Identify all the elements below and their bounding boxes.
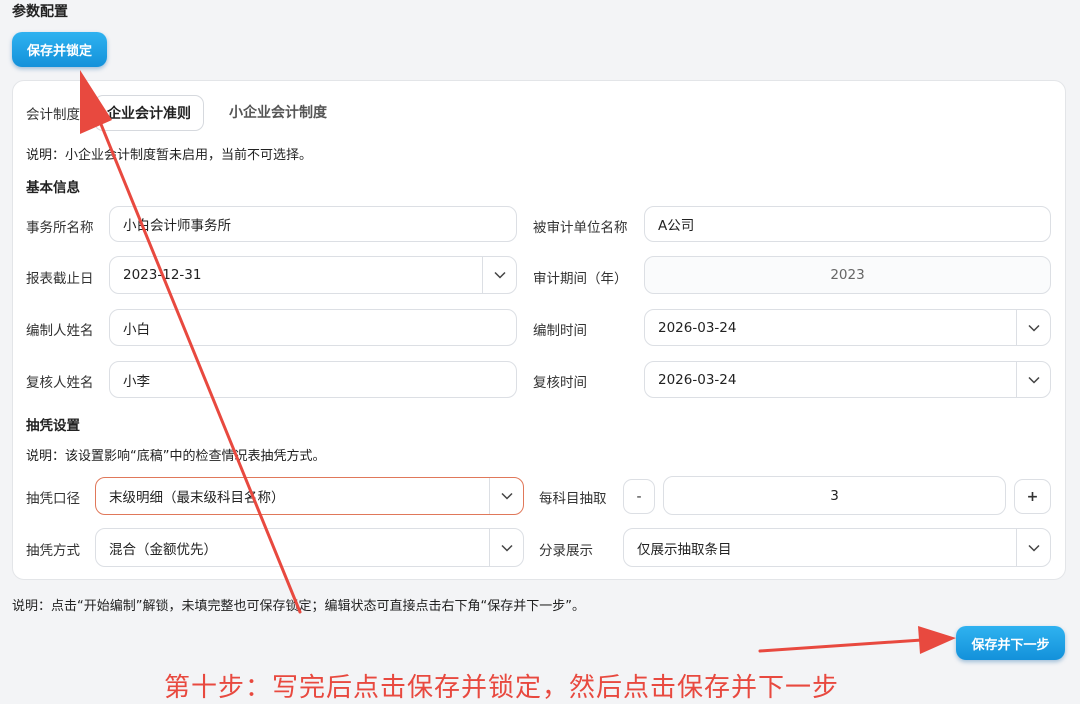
arrow-to-save-lock (80, 70, 302, 614)
annotation-arrows (80, 70, 956, 654)
annotation-caption: 第十步：写完后点击保存并锁定，然后点击保存并下一步 (164, 673, 840, 703)
arrow-to-save-next (758, 626, 956, 654)
